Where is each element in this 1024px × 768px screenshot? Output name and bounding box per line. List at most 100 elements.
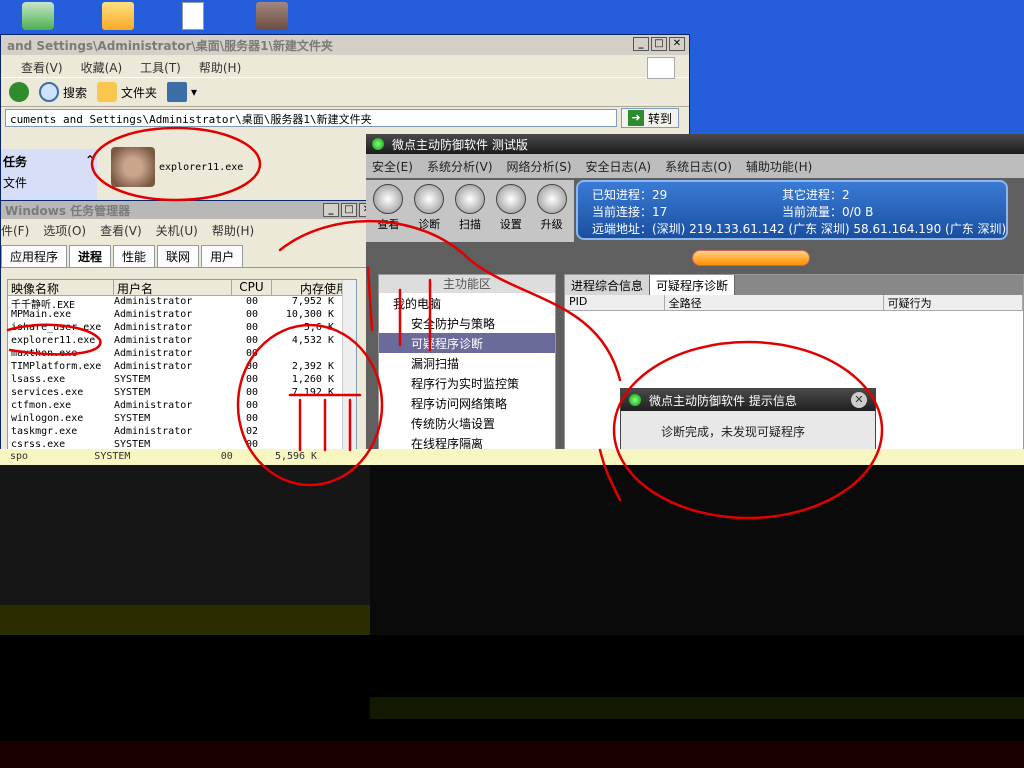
process-rows: 千千静听.EXE Administrator 00 7,952 K MPMain.exe… xyxy=(8,296,356,452)
menu-view[interactable]: 查看(V) xyxy=(21,59,63,75)
tab-process-info[interactable]: 进程综合信息 xyxy=(565,275,651,295)
task-item[interactable]: 文件 xyxy=(1,174,97,191)
collapse-icon[interactable]: ⌃ xyxy=(85,153,95,170)
tab-users[interactable]: 用户 xyxy=(201,245,244,267)
minimize-button[interactable]: _ xyxy=(323,203,339,217)
tool-view[interactable]: 查看 xyxy=(372,184,405,238)
menu-system-analysis[interactable]: 系统分析(V) xyxy=(427,158,493,174)
menu-file[interactable]: 件(F) xyxy=(1,222,29,238)
menu-shutdown[interactable]: 关机(U) xyxy=(156,222,198,238)
close-button[interactable]: ✕ xyxy=(669,37,685,51)
file-name: explorer11.exe xyxy=(159,161,244,173)
col-user-name[interactable]: 用户名 xyxy=(114,280,232,295)
close-icon[interactable]: ✕ xyxy=(851,392,867,408)
maximize-button[interactable]: □ xyxy=(651,37,667,51)
menu-security[interactable]: 安全(E) xyxy=(372,158,413,174)
menu-tools[interactable]: 工具(T) xyxy=(140,59,181,75)
process-scrollbar[interactable] xyxy=(342,280,356,452)
tab-processes[interactable]: 进程 xyxy=(69,245,112,267)
views-button[interactable]: ▾ xyxy=(167,82,197,102)
tab-performance[interactable]: 性能 xyxy=(113,245,156,267)
menu-favorites[interactable]: 收藏(A) xyxy=(81,59,123,75)
go-button[interactable]: ➜ 转到 xyxy=(621,108,680,128)
cpu-usage: 00 xyxy=(245,400,259,411)
table-row[interactable]: services.exe SYSTEM 00 7,192 K xyxy=(8,387,356,400)
table-row[interactable]: TIMPlatform.exe Administrator 00 2,392 K xyxy=(8,361,356,374)
recycle-bin-icon[interactable] xyxy=(22,2,54,30)
table-row[interactable]: ishare_user.exe Administrator 00 5,6 K xyxy=(8,322,356,335)
folder-icon[interactable] xyxy=(102,2,134,30)
up-folder-icon[interactable] xyxy=(9,82,29,102)
magnifier-icon xyxy=(373,184,404,214)
col-pid[interactable]: PID xyxy=(565,295,665,310)
tree-my-computer[interactable]: 我的电脑 xyxy=(379,293,555,313)
menu-network-analysis[interactable]: 网络分析(S) xyxy=(507,158,572,174)
winrar-icon[interactable] xyxy=(256,2,288,30)
search-button[interactable]: 搜索 xyxy=(39,82,87,102)
address-input[interactable]: cuments and Settings\Administrator\桌面\服务… xyxy=(5,109,617,127)
tree-network-policy[interactable]: 程序访问网络策略 xyxy=(379,393,555,413)
cpu-usage: 00 xyxy=(245,413,259,424)
glitch-cpu: 00 xyxy=(220,451,233,462)
tree-vuln-scan[interactable]: 漏洞扫描 xyxy=(379,353,555,373)
col-memory[interactable]: 内存使用 xyxy=(272,280,352,296)
file-explorer11[interactable]: explorer11.exe xyxy=(111,147,243,187)
corrupted-block xyxy=(370,465,1024,635)
memory-usage xyxy=(272,400,352,413)
detail-tabs: 进程综合信息 可疑程序诊断 xyxy=(565,275,1023,295)
col-image-name[interactable]: 映像名称 xyxy=(8,280,114,295)
corrupted-block xyxy=(0,605,370,635)
menu-aux[interactable]: 辅助功能(H) xyxy=(746,158,812,174)
table-row[interactable]: MPMain.exe Administrator 00 10,300 K xyxy=(8,309,356,322)
dialog-title: 微点主动防御软件 提示信息 xyxy=(649,394,797,408)
process-table: 映像名称 用户名 CPU 内存使用 千千静听.EXE Administrator 0… xyxy=(7,279,357,453)
document-icon[interactable] xyxy=(182,2,204,30)
user-name: Administrator xyxy=(114,296,193,307)
collapse-panel-button[interactable] xyxy=(692,250,810,266)
process-name: MPMain.exe xyxy=(11,309,72,320)
taskmgr-title: Windows 任务管理器 xyxy=(5,204,131,218)
col-suspicious-behavior[interactable]: 可疑行为 xyxy=(884,295,1023,310)
tree-realtime-monitor[interactable]: 程序行为实时监控策 xyxy=(379,373,555,393)
table-row[interactable]: taskmgr.exe Administrator 02 xyxy=(8,426,356,439)
table-row[interactable]: 千千静听.EXE Administrator 00 7,952 K xyxy=(8,296,356,309)
table-row[interactable]: winlogon.exe SYSTEM 00 xyxy=(8,413,356,426)
menu-security-log[interactable]: 安全日志(A) xyxy=(586,158,652,174)
tree-firewall[interactable]: 传统防火墙设置 xyxy=(379,413,555,433)
tool-diagnose[interactable]: 诊断 xyxy=(413,184,446,238)
maximize-button[interactable]: □ xyxy=(341,203,357,217)
remote-addresses: 远端地址：(深圳) 219.133.61.142 (广东 深圳) 58.61.1… xyxy=(592,222,1007,236)
folders-button[interactable]: 文件夹 xyxy=(97,82,157,102)
tree-security-policy[interactable]: 安全防护与策略 xyxy=(379,313,555,333)
upgrade-icon xyxy=(536,184,567,214)
table-row[interactable]: ctfmon.exe Administrator 00 xyxy=(8,400,356,413)
menu-view[interactable]: 查看(V) xyxy=(100,222,142,238)
folder-icon xyxy=(97,82,118,102)
col-full-path[interactable]: 全路径 xyxy=(665,295,884,310)
col-cpu[interactable]: CPU xyxy=(232,280,272,295)
task-pane-header[interactable]: 任务 ⌃ xyxy=(1,149,97,174)
menu-system-log[interactable]: 系统日志(O) xyxy=(665,158,732,174)
tool-settings[interactable]: 设置 xyxy=(494,184,527,238)
user-name: Administrator xyxy=(114,322,193,333)
menu-help[interactable]: 帮助(H) xyxy=(199,59,241,75)
table-row[interactable]: lsass.exe SYSTEM 00 1,260 K xyxy=(8,374,356,387)
tool-scan[interactable]: 扫描 xyxy=(454,184,487,238)
tree-suspicious-diagnose[interactable]: 可疑程序诊断 xyxy=(379,333,555,353)
tab-networking[interactable]: 联网 xyxy=(157,245,200,267)
user-name: Administrator xyxy=(114,361,193,372)
menu-options[interactable]: 选项(O) xyxy=(43,222,86,238)
minimize-button[interactable]: _ xyxy=(633,37,649,51)
process-name: maxthon.exe xyxy=(11,348,78,359)
tool-settings-label: 设置 xyxy=(499,218,522,231)
tool-upgrade[interactable]: 升级 xyxy=(535,184,568,238)
search-icon xyxy=(39,82,59,102)
tab-applications[interactable]: 应用程序 xyxy=(1,245,68,267)
menu-help[interactable]: 帮助(H) xyxy=(212,222,254,238)
dialog-status-icon xyxy=(629,394,641,406)
taskbar[interactable] xyxy=(0,741,1024,768)
tab-suspicious-diagnose[interactable]: 可疑程序诊断 xyxy=(650,275,736,295)
table-row[interactable]: explorer11.exe Administrator 00 4,532 K xyxy=(8,335,356,348)
table-row[interactable]: maxthon.exe Administrator 00 xyxy=(8,348,356,361)
corrupted-region xyxy=(0,465,1024,768)
